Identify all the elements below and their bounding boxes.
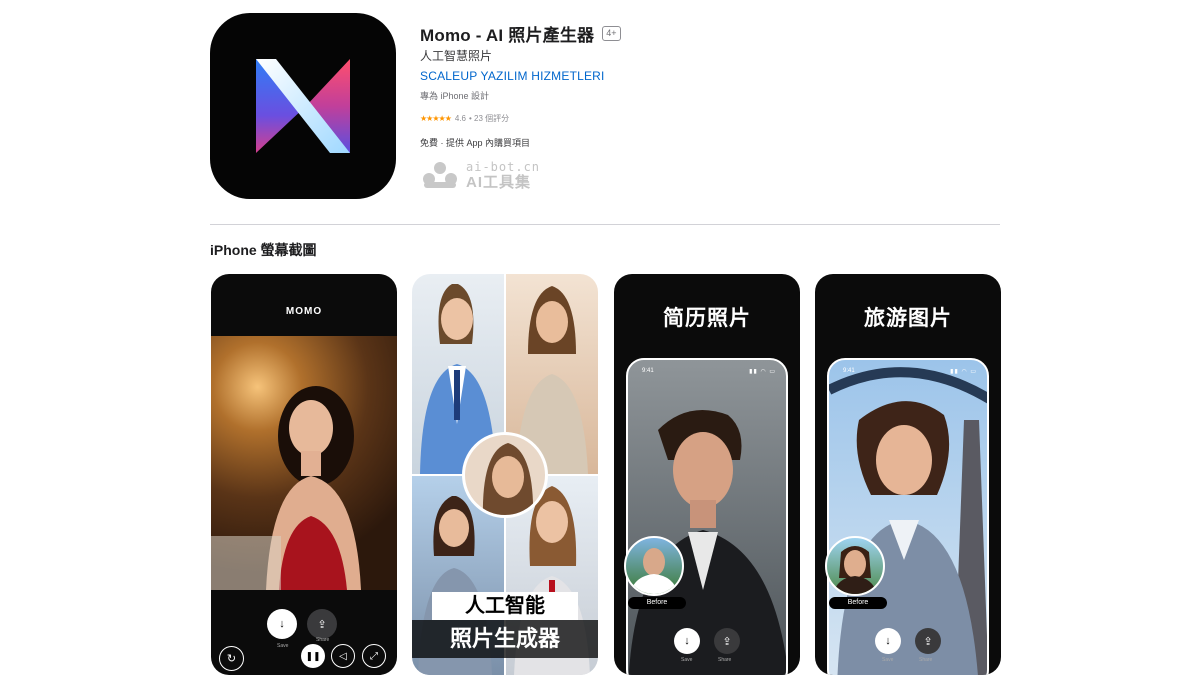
share-label: Share <box>718 657 732 663</box>
screenshot-3[interactable]: 简历照片 9:41 ▮▮ ◠ ▭ Before ↓ Save ⇪ Share <box>614 274 800 675</box>
watermark: ai-bot.cn AI工具集 <box>420 160 540 190</box>
pause-icon[interactable]: ❚❚ <box>301 644 325 668</box>
app-logo-icon <box>256 59 350 153</box>
before-thumbnail <box>624 536 684 596</box>
download-icon[interactable]: ↓ <box>674 628 700 654</box>
watermark-logo-icon <box>423 162 457 188</box>
headline-resume: 简历照片 <box>663 307 751 330</box>
developer-link[interactable]: SCALEUP YAZILIM HIZMETLERI <box>420 69 1020 83</box>
replay-icon[interactable]: ↻ <box>219 646 244 671</box>
app-subtitle: 人工智慧照片 <box>420 49 493 63</box>
screenshot-1[interactable]: MOMO ↓ Save ⇪ Share ↻ ❚❚ ◁ ⤢ <box>211 274 397 675</box>
rating-stars-icon: ★★★★★ <box>420 114 452 123</box>
section-divider <box>210 224 1000 225</box>
rating-count: • 23 個評分 <box>468 114 510 123</box>
phone-mockup: 9:41 ▮▮ ◠ ▭ <box>827 358 989 675</box>
screenshot-2[interactable]: 人工智能 照片生成器 <box>412 274 598 675</box>
status-icons: ▮▮ ◠ ▭ <box>749 369 776 375</box>
rating-value: 4.6 <box>454 114 466 123</box>
banner-line-2: 照片生成器 <box>412 620 598 658</box>
phone-mockup: 9:41 ▮▮ ◠ ▭ <box>626 358 788 675</box>
share-icon[interactable]: ⇪ <box>307 609 337 639</box>
app-icon[interactable] <box>210 13 396 199</box>
share-icon[interactable]: ⇪ <box>714 628 740 654</box>
watermark-name: AI工具集 <box>466 173 532 191</box>
save-label: Save <box>681 657 693 663</box>
save-label: Save <box>277 643 289 649</box>
before-label: Before <box>829 597 887 609</box>
app-title: Momo - AI 照片產生器 <box>420 25 595 45</box>
status-icons: ▮▮ ◠ ▭ <box>950 369 977 375</box>
travel-portrait-image <box>829 367 987 675</box>
status-time: 9:41 <box>843 368 855 374</box>
screenshots-section-title: iPhone 螢幕截圖 <box>210 242 317 258</box>
app-store-page: Momo - AI 照片產生器 4+ 人工智慧照片 SCALEUP YAZILI… <box>0 0 1200 675</box>
share-icon[interactable]: ⇪ <box>915 628 941 654</box>
download-icon[interactable]: ↓ <box>267 609 297 639</box>
price-label: 免費 · 提供 App 內購買項目 <box>420 138 531 148</box>
save-label: Save <box>882 657 894 663</box>
share-label: Share <box>919 657 933 663</box>
center-portrait-image <box>462 432 548 518</box>
before-thumbnail <box>825 536 885 596</box>
before-label: Before <box>628 597 686 609</box>
age-rating-badge: 4+ <box>602 25 621 41</box>
rating-row: ★★★★★ 4.6 • 23 個評分 <box>420 113 1020 124</box>
download-icon[interactable]: ↓ <box>875 628 901 654</box>
share-label: Share <box>316 637 330 643</box>
designed-for-label: 專為 iPhone 設計 <box>420 91 490 101</box>
resume-portrait-image <box>628 410 786 675</box>
screenshot-4[interactable]: 旅游图片 9:41 ▮▮ ◠ ▭ Before ↓ Save ⇪ Share <box>815 274 1001 675</box>
mute-icon[interactable]: ◁ <box>331 644 355 668</box>
restaurant-portrait-image <box>211 336 397 590</box>
momo-logo: MOMO <box>285 306 323 317</box>
headline-travel: 旅游图片 <box>864 307 952 330</box>
expand-icon[interactable]: ⤢ <box>362 644 386 668</box>
watermark-url: ai-bot.cn <box>466 159 541 174</box>
app-info: Momo - AI 照片產生器 4+ 人工智慧照片 SCALEUP YAZILI… <box>420 20 1020 149</box>
banner-line-1: 人工智能 <box>432 592 578 620</box>
status-time: 9:41 <box>642 368 654 374</box>
